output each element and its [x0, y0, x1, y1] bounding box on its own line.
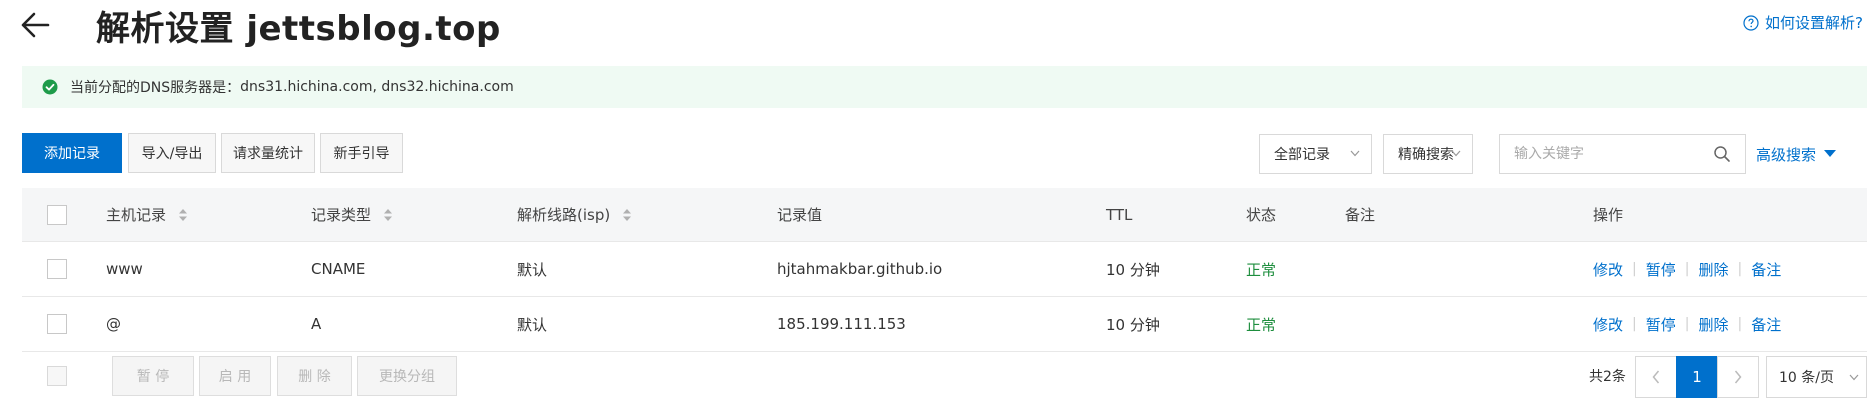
- select-all-checkbox[interactable]: [47, 204, 67, 225]
- edit-action[interactable]: 修改: [1593, 259, 1623, 280]
- chevron-down-icon: [1451, 150, 1461, 157]
- column-header-remark: 备注: [1345, 206, 1376, 224]
- page-size-select[interactable]: 10 条/页: [1766, 356, 1867, 398]
- chevron-left-icon: [1652, 370, 1660, 384]
- column-header-type-label: 记录类型: [311, 206, 372, 224]
- chevron-down-icon: [1849, 374, 1859, 381]
- column-header-line-label: 解析线路(isp): [517, 206, 611, 224]
- sort-icon: [179, 208, 188, 221]
- table-row: @ A 默认 185.199.111.153 10 分钟 正常 修改 | 暂停 …: [22, 297, 1867, 352]
- request-stats-button[interactable]: 请求量统计: [221, 133, 315, 173]
- next-page-button[interactable]: [1717, 356, 1759, 398]
- cell-ttl: 10 分钟: [1106, 260, 1160, 279]
- record-filter-value: 全部记录: [1274, 147, 1330, 163]
- chevron-down-icon: [1350, 150, 1360, 157]
- back-arrow-icon[interactable]: [20, 7, 56, 43]
- sort-icon: [384, 208, 393, 221]
- question-circle-icon: [1743, 14, 1759, 31]
- column-header-ttl: TTL: [1106, 205, 1133, 224]
- chevron-right-icon: [1734, 370, 1742, 384]
- cell-ttl: 10 分钟: [1106, 315, 1160, 334]
- import-export-button[interactable]: 导入/导出: [128, 133, 216, 173]
- column-header-host-label: 主机记录: [106, 206, 167, 224]
- column-header-actions: 操作: [1593, 206, 1624, 224]
- change-group-button[interactable]: 更换分组: [357, 356, 457, 396]
- cell-status: 正常: [1246, 315, 1277, 334]
- dns-server-notice: 当前分配的DNS服务器是： dns31.hichina.com, dns32.h…: [22, 66, 1867, 108]
- table-row: www CNAME 默认 hjtahmakbar.github.io 10 分钟…: [22, 242, 1867, 297]
- action-separator: |: [1632, 261, 1637, 277]
- remark-action[interactable]: 备注: [1751, 314, 1781, 335]
- column-header-status: 状态: [1246, 206, 1277, 224]
- cell-value: 185.199.111.153: [777, 315, 906, 333]
- record-filter-select[interactable]: 全部记录: [1259, 134, 1372, 174]
- batch-pause-button[interactable]: 暂 停: [112, 356, 194, 396]
- advanced-search-label: 高级搜索: [1756, 145, 1817, 164]
- cell-type: CNAME: [311, 260, 366, 278]
- add-record-button[interactable]: 添加记录: [22, 133, 122, 173]
- dns-records-table: 主机记录 记录类型 解析线路(isp) 记录值 TTL 状态 备注 操作 www…: [22, 188, 1867, 352]
- action-separator: |: [1737, 316, 1743, 332]
- page-size-value: 10 条/页: [1779, 370, 1834, 386]
- search-icon[interactable]: [1713, 145, 1731, 163]
- search-mode-value: 精确搜索: [1398, 147, 1454, 163]
- column-header-type[interactable]: 记录类型: [311, 188, 393, 241]
- footer-select-all-checkbox[interactable]: [47, 366, 67, 386]
- search-mode-select[interactable]: 精确搜索: [1383, 134, 1473, 174]
- action-separator: |: [1737, 261, 1743, 277]
- cell-status: 正常: [1246, 260, 1277, 279]
- page-title: 解析设置 jettsblog.top: [96, 8, 501, 49]
- help-link-label: 如何设置解析?: [1765, 14, 1863, 32]
- cell-line: 默认: [517, 260, 548, 279]
- action-separator: |: [1632, 316, 1637, 332]
- prev-page-button[interactable]: [1635, 356, 1677, 398]
- cell-type: A: [311, 315, 322, 333]
- keyword-search-input[interactable]: [1500, 136, 1700, 172]
- cell-host: www: [106, 260, 143, 278]
- cell-host: @: [106, 315, 121, 333]
- advanced-search-toggle[interactable]: 高级搜索: [1756, 134, 1837, 174]
- row-checkbox[interactable]: [47, 314, 67, 334]
- toolbar: 添加记录 导入/导出 请求量统计 新手引导 全部记录 精确搜索 高级搜索: [22, 133, 1867, 175]
- page-button-current[interactable]: 1: [1676, 356, 1718, 398]
- page-header: 解析设置 jettsblog.top: [20, 0, 501, 50]
- total-count: 共2条: [1589, 369, 1626, 385]
- row-actions: 修改 | 暂停 | 删除 | 备注: [1593, 297, 1781, 351]
- cell-line: 默认: [517, 315, 548, 334]
- delete-action[interactable]: 删除: [1698, 314, 1728, 335]
- remark-action[interactable]: 备注: [1751, 259, 1781, 280]
- action-separator: |: [1684, 261, 1690, 277]
- batch-enable-button[interactable]: 启 用: [199, 356, 271, 396]
- column-header-host[interactable]: 主机记录: [106, 188, 188, 241]
- action-separator: |: [1684, 316, 1690, 332]
- beginner-guide-button[interactable]: 新手引导: [320, 133, 403, 173]
- help-link[interactable]: 如何设置解析?: [1743, 12, 1863, 33]
- delete-action[interactable]: 删除: [1698, 259, 1728, 280]
- table-footer: 暂 停 启 用 删 除 更换分组 共2条 1 10 条/页: [22, 356, 1867, 398]
- cell-value: hjtahmakbar.github.io: [777, 260, 943, 278]
- notice-dns-servers: dns31.hichina.com, dns32.hichina.com: [240, 79, 514, 95]
- edit-action[interactable]: 修改: [1593, 314, 1623, 335]
- keyword-search-box: [1499, 134, 1746, 174]
- column-header-line[interactable]: 解析线路(isp): [517, 188, 632, 241]
- notice-label: 当前分配的DNS服务器是：: [70, 80, 241, 96]
- sort-icon: [623, 208, 632, 221]
- batch-delete-button[interactable]: 删 除: [277, 356, 352, 396]
- column-header-value: 记录值: [777, 206, 823, 224]
- row-actions: 修改 | 暂停 | 删除 | 备注: [1593, 242, 1781, 296]
- check-circle-icon: [42, 79, 58, 95]
- row-checkbox[interactable]: [47, 259, 67, 279]
- table-header: 主机记录 记录类型 解析线路(isp) 记录值 TTL 状态 备注 操作: [22, 188, 1867, 242]
- pause-action[interactable]: 暂停: [1646, 314, 1676, 335]
- pause-action[interactable]: 暂停: [1646, 259, 1676, 280]
- caret-down-icon: [1824, 150, 1837, 157]
